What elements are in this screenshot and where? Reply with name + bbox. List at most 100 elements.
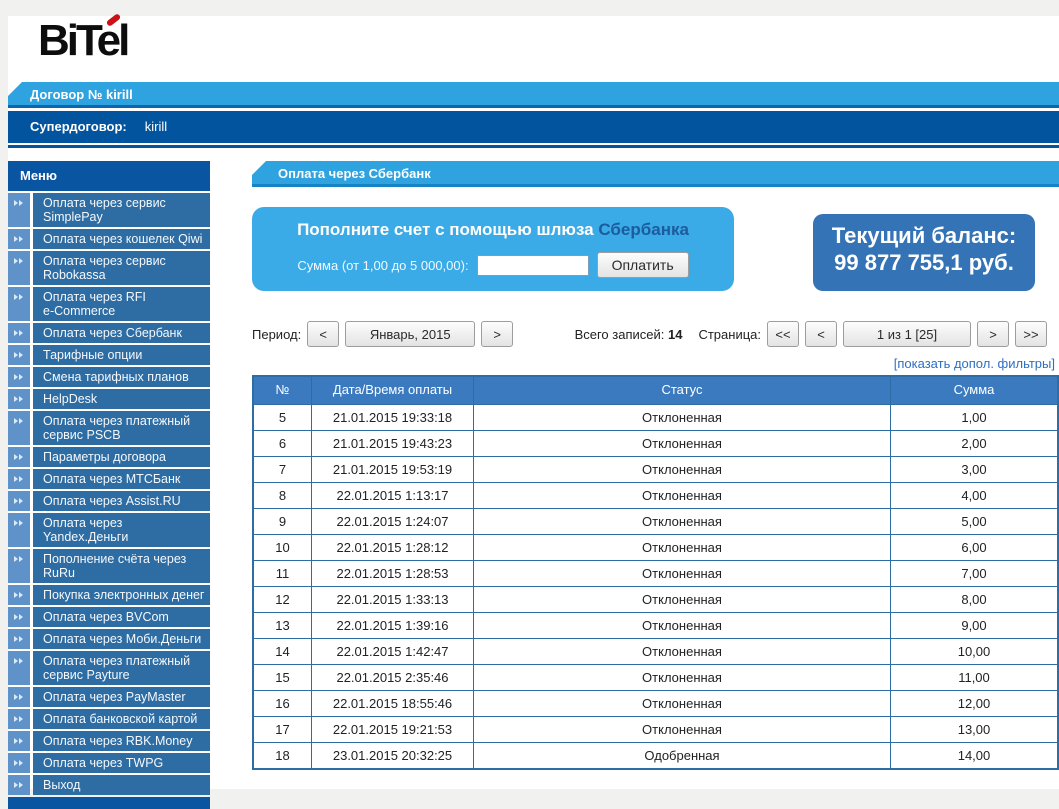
table-cell: 9,00	[891, 612, 1057, 638]
page-label: Страница:	[698, 327, 761, 342]
sidebar-menu-item[interactable]: Оплата через RBK.Money	[8, 731, 210, 751]
sidebar-menu-item[interactable]: Оплата через Yandex.Деньги	[8, 513, 210, 547]
amount-input[interactable]	[477, 255, 589, 276]
table-row: 14 22.01.2015 1:42:47 Отклоненная 10,00	[254, 638, 1057, 664]
page-last-button[interactable]: >>	[1015, 321, 1047, 347]
sberbank-link[interactable]: Сбербанка	[598, 220, 689, 239]
sidebar-menu-item[interactable]: Оплата через МТСБанк	[8, 469, 210, 489]
sidebar-menu-item[interactable]: Оплата через RFI e-Commerce	[8, 287, 210, 321]
table-cell: 21.01.2015 19:43:23	[312, 430, 474, 456]
page-first-button[interactable]: <<	[767, 321, 799, 347]
sidebar-menu-item[interactable]: Смена тарифных планов	[8, 367, 210, 387]
menu-item-arrow-icon	[8, 651, 30, 685]
sidebar-menu-item[interactable]: Оплата через сервис Robokassa	[8, 251, 210, 285]
sidebar-menu-item[interactable]: Выход	[8, 775, 210, 795]
records-count: Всего записей: 14	[575, 327, 683, 342]
table-cell: Отклоненная	[474, 690, 891, 716]
page: BiTel Договор № kirill Супердоговор:kiri…	[8, 16, 1059, 789]
table-cell: 1,00	[891, 404, 1057, 430]
sidebar-menu-item[interactable]: Оплата через BVCom	[8, 607, 210, 627]
sidebar-menu-item[interactable]: Оплата через TWPG	[8, 753, 210, 773]
period-prev-button[interactable]: <	[307, 321, 339, 347]
table-cell: Отклоненная	[474, 664, 891, 690]
sidebar-menu-item[interactable]: Пополнение счёта через RuRu	[8, 549, 210, 583]
pagination: Всего записей: 14 Страница: << < 1 из 1 …	[575, 321, 1047, 347]
sidebar-menu-item[interactable]: HelpDesk	[8, 389, 210, 409]
menu-item-label: Смена тарифных планов	[33, 367, 210, 387]
page-title: Оплата через Сбербанк	[278, 166, 431, 181]
period-current-button[interactable]: Январь, 2015	[345, 321, 475, 347]
menu-item-label: Оплата через Моби.Деньги	[33, 629, 210, 649]
page-prev-button[interactable]: <	[805, 321, 837, 347]
page-current-button[interactable]: 1 из 1 [25]	[843, 321, 971, 347]
menu-item-label: Пополнение счёта через RuRu	[33, 549, 210, 583]
column-header-number: №	[254, 377, 312, 404]
table-cell: 21.01.2015 19:33:18	[312, 404, 474, 430]
menu-item-label: Параметры договора	[33, 447, 210, 467]
records-label: Всего записей:	[575, 327, 665, 342]
supercontract-value: kirill	[145, 119, 167, 134]
sidebar-menu-item[interactable]: Оплата через Assist.RU	[8, 491, 210, 511]
menu-item-label: Оплата через RFI e-Commerce	[33, 287, 210, 321]
sidebar-menu-item[interactable]: Оплата через PayMaster	[8, 687, 210, 707]
table-cell: Отклоненная	[474, 560, 891, 586]
sidebar-menu-item[interactable]: Оплата через Моби.Деньги	[8, 629, 210, 649]
menu-item-arrow-icon	[8, 469, 30, 489]
payments-table-body: 5 21.01.2015 19:33:18 Отклоненная 1,00 6…	[254, 404, 1057, 768]
menu-item-label: Оплата через платежный сервис Payture	[33, 651, 210, 685]
bitel-logo: BiTel	[38, 16, 178, 74]
menu-item-arrow-icon	[8, 193, 30, 227]
menu-item-arrow-icon	[8, 229, 30, 249]
balance-value: 99 877 755,1 руб.	[813, 249, 1035, 276]
table-row: 9 22.01.2015 1:24:07 Отклоненная 5,00	[254, 508, 1057, 534]
sidebar-menu-item[interactable]: Оплата через платежный сервис Payture	[8, 651, 210, 685]
period-next-button[interactable]: >	[481, 321, 513, 347]
table-row: 17 22.01.2015 19:21:53 Отклоненная 13,00	[254, 716, 1057, 742]
page-next-button[interactable]: >	[977, 321, 1009, 347]
table-cell: 22.01.2015 1:33:13	[312, 586, 474, 612]
table-cell: 2,00	[891, 430, 1057, 456]
table-cell: 8,00	[891, 586, 1057, 612]
table-row: 8 22.01.2015 1:13:17 Отклоненная 4,00	[254, 482, 1057, 508]
table-cell: 23.01.2015 20:32:25	[312, 742, 474, 768]
menu-item-arrow-icon	[8, 287, 30, 321]
table-cell: 22.01.2015 1:13:17	[312, 482, 474, 508]
menu-item-label: Оплата через Assist.RU	[33, 491, 210, 511]
sidebar-menu-item[interactable]: Оплата через Сбербанк	[8, 323, 210, 343]
table-cell: 22.01.2015 18:55:46	[312, 690, 474, 716]
menu-item-arrow-icon	[8, 775, 30, 795]
menu-item-arrow-icon	[8, 607, 30, 627]
sidebar-footer	[8, 797, 210, 809]
table-cell: Отклоненная	[474, 612, 891, 638]
column-header-status: Статус	[474, 377, 891, 404]
table-cell: 5,00	[891, 508, 1057, 534]
menu-item-arrow-icon	[8, 447, 30, 467]
menu-list: Оплата через сервис SimplePay Оплата чер…	[8, 193, 210, 795]
menu-item-arrow-icon	[8, 731, 30, 751]
amount-label: Сумма (от 1,00 до 5 000,00):	[297, 258, 468, 273]
table-row: 12 22.01.2015 1:33:13 Отклоненная 8,00	[254, 586, 1057, 612]
table-cell: 12,00	[891, 690, 1057, 716]
column-header-sum: Сумма	[891, 377, 1057, 404]
table-cell: 5	[254, 404, 312, 430]
table-cell: 11,00	[891, 664, 1057, 690]
menu-item-label: Оплата через PayMaster	[33, 687, 210, 707]
menu-item-label: Оплата через сервис Robokassa	[33, 251, 210, 285]
main-content: Оплата через Сбербанк Пополните счет с п…	[252, 161, 1059, 770]
sidebar-menu-item[interactable]: Оплата банковской картой	[8, 709, 210, 729]
table-cell: Отклоненная	[474, 534, 891, 560]
sidebar-menu-item[interactable]: Оплата через платежный сервис PSCB	[8, 411, 210, 445]
menu-item-arrow-icon	[8, 687, 30, 707]
supercontract-bar: Супердоговор:kirill	[8, 111, 1059, 143]
sidebar-menu-item[interactable]: Параметры договора	[8, 447, 210, 467]
table-cell: 12	[254, 586, 312, 612]
records-value: 14	[668, 327, 682, 342]
show-filters-link[interactable]: [показать допол. фильтры]	[894, 356, 1055, 371]
sidebar-menu-item[interactable]: Оплата через сервис SimplePay	[8, 193, 210, 227]
sidebar-menu-item[interactable]: Покупка электронных денег	[8, 585, 210, 605]
pay-button[interactable]: Оплатить	[597, 252, 689, 278]
menu-item-label: Оплата через BVCom	[33, 607, 210, 627]
sidebar-menu-item[interactable]: Оплата через кошелек Qiwi	[8, 229, 210, 249]
menu-item-arrow-icon	[8, 629, 30, 649]
sidebar-menu-item[interactable]: Тарифные опции	[8, 345, 210, 365]
